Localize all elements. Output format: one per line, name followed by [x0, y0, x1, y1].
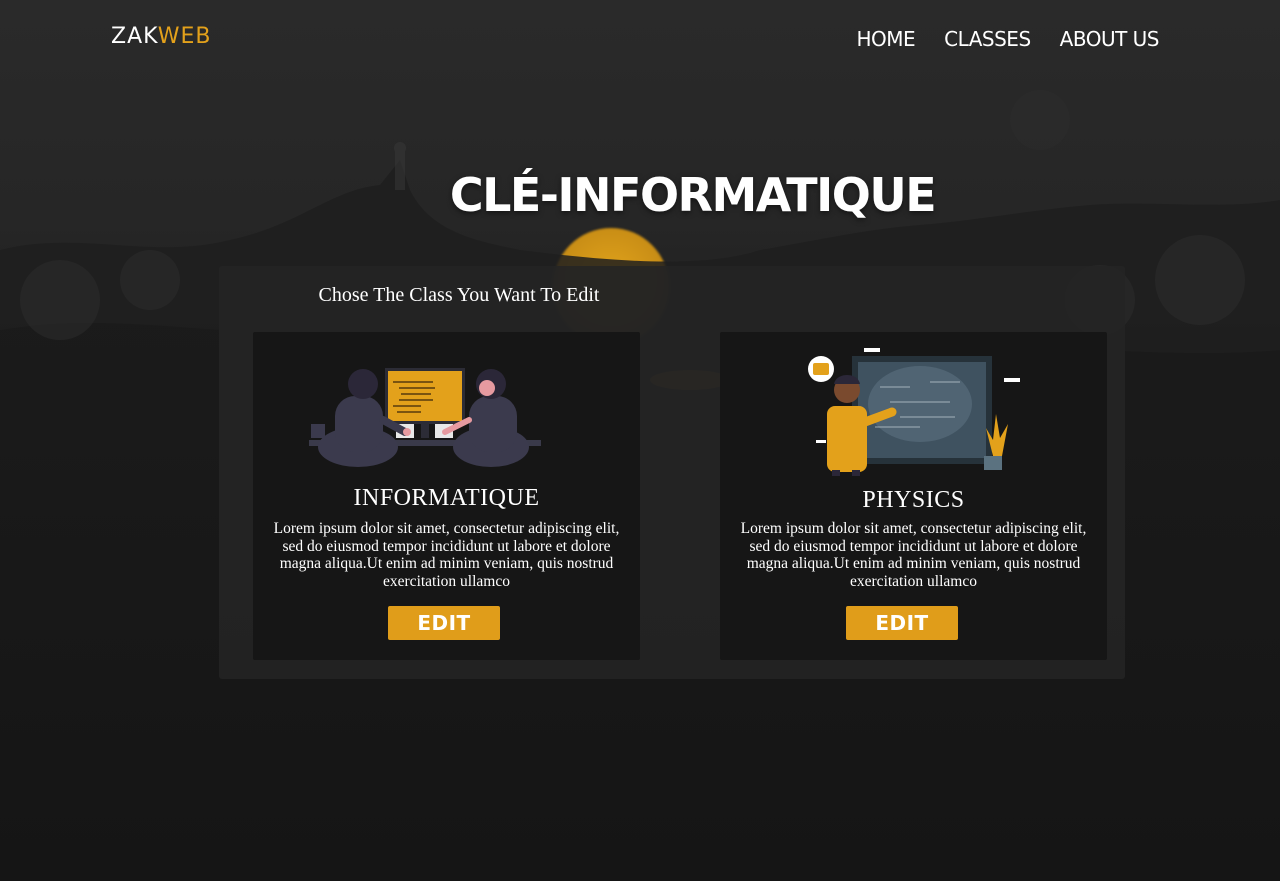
card-description: Lorem ipsum dolor sit amet, consectetur …	[740, 520, 1087, 590]
card-description: Lorem ipsum dolor sit amet, consectetur …	[273, 520, 620, 590]
logo-text-main: ZAK	[111, 24, 158, 49]
logo[interactable]: ZAKWEB	[111, 22, 212, 52]
card-title: INFORMATIQUE	[353, 485, 540, 511]
nav-home-link[interactable]: HOME	[856, 24, 915, 54]
class-card-informatique: INFORMATIQUE Lorem ipsum dolor sit amet,…	[253, 332, 640, 660]
edit-button[interactable]: EDIT	[846, 606, 958, 640]
logo-text-accent: WEB	[157, 24, 212, 49]
page-title: CLÉ-INFORMATIQUE	[449, 168, 937, 222]
teacher-at-chalkboard-illustration	[808, 348, 1020, 476]
site-header: ZAKWEB HOME CLASSES ABOUT US	[0, 0, 1280, 78]
card-title: PHYSICS	[862, 487, 965, 513]
main-nav: HOME CLASSES ABOUT US	[856, 24, 1159, 54]
panel-heading: Chose The Class You Want To Edit	[318, 284, 600, 306]
page: ZAKWEB HOME CLASSES ABOUT US CLÉ-INFORMA…	[0, 0, 1280, 881]
edit-button[interactable]: EDIT	[388, 606, 500, 640]
class-card-physics: PHYSICS Lorem ipsum dolor sit amet, cons…	[720, 332, 1107, 660]
nav-classes-link[interactable]: CLASSES	[944, 24, 1031, 54]
nav-about-us-link[interactable]: ABOUT US	[1060, 24, 1160, 54]
people-at-computer-illustration	[309, 368, 541, 467]
